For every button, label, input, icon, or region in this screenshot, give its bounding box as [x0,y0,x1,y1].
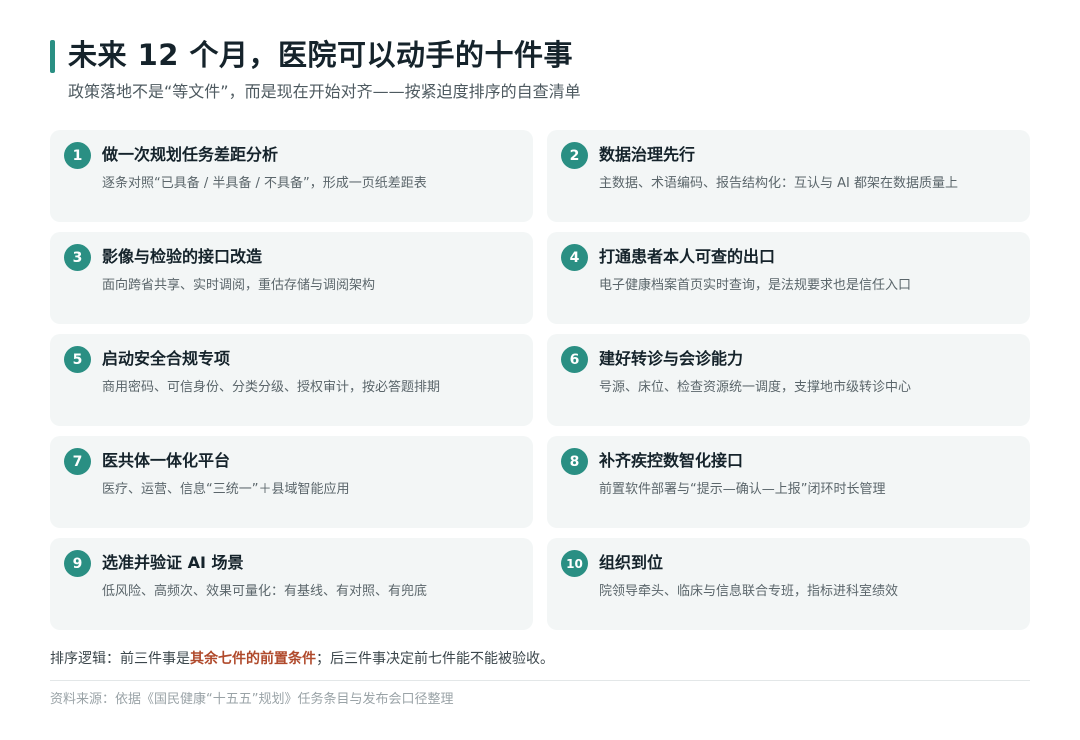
checklist-item-3: 3 影像与检验的接口改造 面向跨省共享、实时调阅，重估存储与调阅架构 [50,232,533,324]
checklist-item-6: 6 建好转诊与会诊能力 号源、床位、检查资源统一调度，支撑地市级转诊中心 [547,334,1030,426]
item-number-badge: 9 [64,550,91,577]
checklist-item-2: 2 数据治理先行 主数据、术语编码、报告结构化：互认与 AI 都架在数据质量上 [547,130,1030,222]
item-number-badge: 10 [561,550,588,577]
source-note: 资料来源：依据《国民健康“十五五”规划》任务条目与发布会口径整理 [50,692,454,707]
item-description: 前置软件部署与“提示—确认—上报”闭环时长管理 [599,482,886,497]
item-description: 面向跨省共享、实时调阅，重估存储与调阅架构 [102,278,376,293]
checklist-item-1: 1 做一次规划任务差距分析 逐条对照“已具备 / 半具备 / 不具备”，形成一页… [50,130,533,222]
item-title: 选准并验证 AI 场景 [102,553,244,572]
item-title: 数据治理先行 [599,145,696,164]
checklist-item-10: 10 组织到位 院领导牵头、临床与信息联合专班，指标进科室绩效 [547,538,1030,630]
item-description: 院领导牵头、临床与信息联合专班，指标进科室绩效 [599,584,899,599]
item-number-badge: 8 [561,448,588,475]
item-title: 影像与检验的接口改造 [102,247,263,266]
checklist-item-5: 5 启动安全合规专项 商用密码、可信身份、分类分级、授权审计，按必答题排期 [50,334,533,426]
title-accent-bar [50,40,55,73]
checklist-item-8: 8 补齐疾控数智化接口 前置软件部署与“提示—确认—上报”闭环时长管理 [547,436,1030,528]
logic-prefix: 排序逻辑：前三件事是 [50,651,190,667]
ordering-logic-note: 排序逻辑：前三件事是其余七件的前置条件；后三件事决定前七件能不能被验收。 [50,648,554,668]
logic-suffix: ；后三件事决定前七件能不能被验收。 [316,651,554,667]
item-description: 医疗、运营、信息“三统一”＋县域智能应用 [102,482,350,497]
item-number-badge: 2 [561,142,588,169]
item-description: 电子健康档案首页实时查询，是法规要求也是信任入口 [599,278,912,293]
item-number-badge: 4 [561,244,588,271]
item-description: 主数据、术语编码、报告结构化：互认与 AI 都架在数据质量上 [599,176,958,191]
item-number-badge: 6 [561,346,588,373]
item-description: 逐条对照“已具备 / 半具备 / 不具备”，形成一页纸差距表 [102,176,427,191]
page-subtitle: 政策落地不是“等文件”，而是现在开始对齐——按紧迫度排序的自查清单 [68,82,581,101]
item-title: 做一次规划任务差距分析 [102,145,279,164]
item-title: 启动安全合规专项 [102,349,231,368]
item-number-badge: 5 [64,346,91,373]
checklist-grid: 1 做一次规划任务差距分析 逐条对照“已具备 / 半具备 / 不具备”，形成一页… [50,130,1030,630]
item-title: 补齐疾控数智化接口 [599,451,744,470]
logic-emphasis: 其余七件的前置条件 [190,651,316,667]
item-title: 打通患者本人可查的出口 [599,247,776,266]
checklist-item-9: 9 选准并验证 AI 场景 低风险、高频次、效果可量化：有基线、有对照、有兜底 [50,538,533,630]
item-number-badge: 7 [64,448,91,475]
item-description: 号源、床位、检查资源统一调度，支撑地市级转诊中心 [599,380,912,395]
item-number-badge: 1 [64,142,91,169]
item-title: 组织到位 [599,553,664,572]
checklist-item-7: 7 医共体一体化平台 医疗、运营、信息“三统一”＋县域智能应用 [50,436,533,528]
item-title: 建好转诊与会诊能力 [599,349,744,368]
item-description: 低风险、高频次、效果可量化：有基线、有对照、有兜底 [102,584,428,599]
item-title: 医共体一体化平台 [102,451,231,470]
item-description: 商用密码、可信身份、分类分级、授权审计，按必答题排期 [102,380,441,395]
checklist-item-4: 4 打通患者本人可查的出口 电子健康档案首页实时查询，是法规要求也是信任入口 [547,232,1030,324]
footer-divider [50,680,1030,681]
page-title: 未来 12 个月，医院可以动手的十件事 [68,38,574,72]
item-number-badge: 3 [64,244,91,271]
